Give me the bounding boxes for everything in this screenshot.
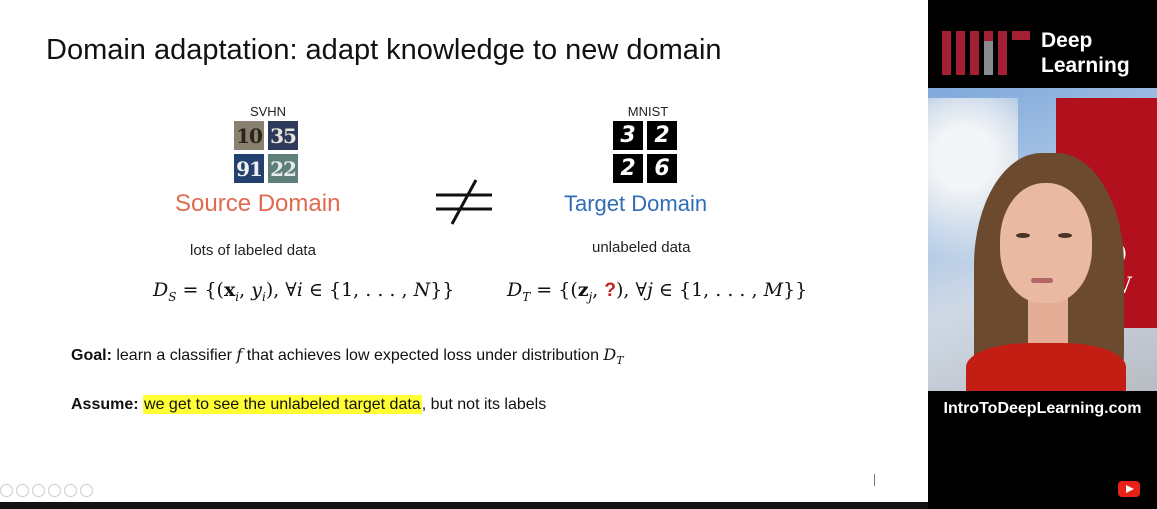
goal-label: Goal: [71,347,112,364]
presentation-controls[interactable] [0,484,93,497]
grid-icon[interactable] [64,484,77,497]
svhn-digit: 91 [234,154,264,183]
target-domain-label: Target Domain [564,191,708,216]
slide-title: Domain adaptation: adapt knowledge to ne… [46,34,722,66]
svhn-digit: 10 [234,121,264,150]
source-data-description: lots of labeled data [190,242,316,259]
mnist-digit: 2 [647,121,677,150]
slide: Domain adaptation: adapt knowledge to ne… [0,0,928,502]
video-panel: Deep Learning BO NIV IntroToDeepLearning… [928,0,1157,509]
assume-label: Assume: [71,396,139,413]
svhn-caption: SVHN [249,104,287,119]
brand-title: Deep Learning [1041,28,1130,78]
presenter-face [1000,183,1092,303]
source-formula: DS = {(xi, yi), ∀i ∈ {1, . . . , N}} [153,279,455,304]
svhn-digits-image: 10 35 91 22 [234,121,298,183]
zoom-icon[interactable] [48,484,61,497]
course-url[interactable]: IntroToDeepLearning.com [944,400,1142,418]
target-formula: DT = {(zj, ?), ∀j ∈ {1, . . . , M}} [507,279,808,304]
presenter-eye [1016,233,1030,238]
play-icon[interactable] [16,484,29,497]
goal-dist-sub: T [616,354,624,368]
prev-slide-icon[interactable] [0,484,13,497]
goal-dist: D [603,345,617,364]
source-domain-label: Source Domain [175,190,341,217]
mnist-caption: MNIST [627,104,669,119]
mnist-digit: 6 [647,154,677,183]
goal-text-2: that achieves low expected loss under di… [242,347,604,364]
svhn-digit: 35 [268,121,298,150]
assume-highlight: we get to see the unlabeled target data [143,395,422,414]
mit-logo-icon [942,31,1030,75]
svhn-digit: 22 [268,154,298,183]
course-url-bar: IntroToDeepLearning.com [928,391,1157,427]
brand-line-2: Learning [1041,54,1130,77]
presenter-neck [1028,298,1068,348]
goal-text-1: learn a classifier [111,347,237,364]
youtube-subscribe-icon[interactable] [1118,481,1140,497]
pen-icon[interactable] [32,484,45,497]
webcam-feed: BO NIV [928,88,1157,391]
more-icon[interactable] [80,484,93,497]
brand-line-1: Deep [1041,29,1093,52]
mnist-digit: 2 [613,154,643,183]
goal-statement: Goal: learn a classifier f that achieves… [71,345,624,367]
bottom-strip [0,502,928,509]
target-data-description: unlabeled data [592,239,691,256]
presenter-mouth [1031,278,1053,283]
brand-header: Deep Learning [928,0,1157,88]
assume-statement: Assume: we get to see the unlabeled targ… [71,395,547,414]
assume-rest: , but not its labels [421,396,547,413]
mnist-digit: 3 [613,121,643,150]
presenter-shirt [966,343,1126,391]
presenter-eye [1058,233,1072,238]
text-cursor [874,474,875,486]
mnist-digits-image: 3 2 2 6 [613,121,677,183]
not-equal-icon [436,179,492,225]
